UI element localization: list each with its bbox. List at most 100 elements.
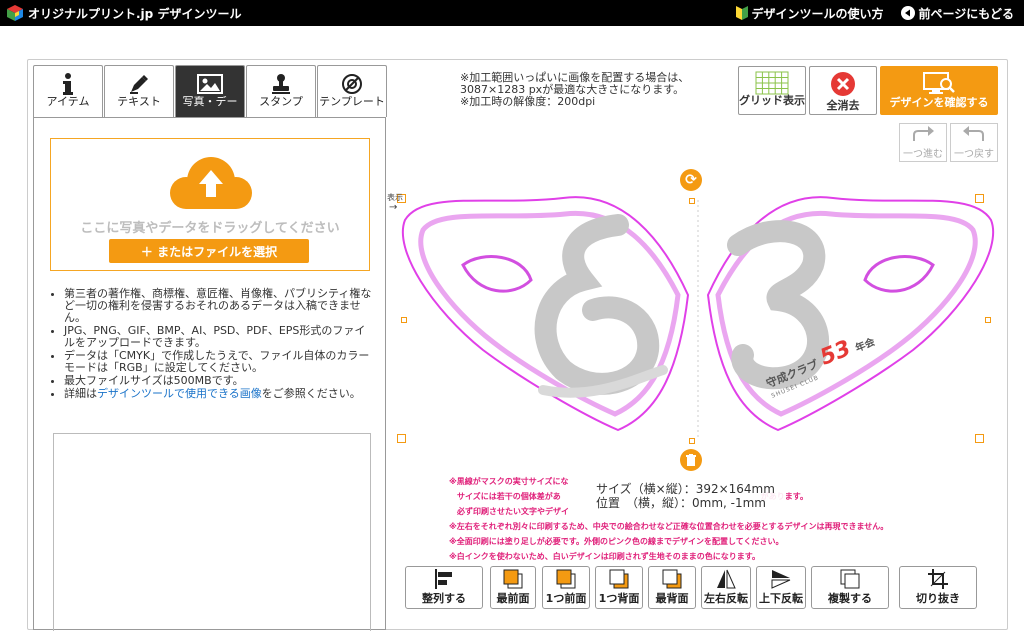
redo-button[interactable]: 一つ進む <box>899 123 947 162</box>
note-item: 第三者の著作権、商標権、意匠権、肖像権、パブリシティ権など一切の権利を侵害するお… <box>64 288 373 324</box>
position-line: 位置 （横，縦）：0mm, -1mm <box>596 496 766 510</box>
crop-button[interactable]: 切り抜き <box>899 566 977 609</box>
tab-stamp-label: スタンプ <box>259 96 303 108</box>
resize-handle-br[interactable] <box>975 434 984 443</box>
tool-tabs: アイテム テキスト 写真・デー スタンプ テンプレート <box>33 65 387 117</box>
bring-forward-button[interactable]: 1つ前面 <box>542 566 590 609</box>
clear-all-button[interactable]: 全消去 <box>809 66 877 115</box>
resize-handle-top[interactable] <box>689 198 695 204</box>
redo-label: 一つ進む <box>903 149 943 160</box>
upload-notes: 第三者の著作権、商標権、意匠権、肖像権、パブリシティ権など一切の権利を侵害するお… <box>48 288 373 401</box>
flip-vertical-label: 上下反転 <box>759 592 803 605</box>
trash-icon[interactable] <box>680 449 702 471</box>
info-line: ※加工時の解像度：200dpi <box>460 95 596 108</box>
tab-item[interactable]: アイテム <box>33 65 103 117</box>
tab-photo-data-label: 写真・デー <box>182 96 238 108</box>
uploaded-images-list[interactable] <box>53 433 371 631</box>
bring-to-front-label: 最前面 <box>496 592 530 605</box>
flip-vertical-button[interactable]: 上下反転 <box>756 566 806 609</box>
drop-zone-text: ここに写真やデータをドラッグしてください <box>80 221 340 236</box>
tab-text-label: テキスト <box>117 96 161 108</box>
close-circle-icon <box>831 72 855 96</box>
confirm-design-label: デザインを確認する <box>889 96 989 109</box>
tab-item-label: アイテム <box>46 96 90 108</box>
warning-line: ※全面印刷には塗り足しが必要です。外側のピンク色の線までデザインを配置してくださ… <box>449 537 784 546</box>
flip-horizontal-button[interactable]: 左右反転 <box>701 566 751 609</box>
back-link-label: 前ページにもどる <box>918 6 1014 21</box>
left-eye-hole <box>461 255 533 293</box>
duplicate-label: 複製する <box>828 592 872 605</box>
help-link[interactable]: デザインツールの使い方 <box>736 5 883 22</box>
upload-panel: ここに写真やデータをドラッグしてください ＋ またはファイルを選択 第三者の著作… <box>33 117 386 631</box>
send-backward-button[interactable]: 1つ背面 <box>595 566 643 609</box>
design-canvas[interactable]: 守成クラブ 53 年会 SHUSEI CLUB ⟳ 表示 → <box>387 169 1003 471</box>
warning-line: ※左右をそれぞれ別々に印刷するため、中央での絵合わせなど正確な位置合わせを必要と… <box>449 522 889 531</box>
align-label: 整列する <box>422 592 466 605</box>
send-to-back-label: 最背面 <box>655 592 689 605</box>
grid-toggle-button[interactable]: グリッド表示 <box>738 66 806 115</box>
resize-handle-bl[interactable] <box>397 434 406 443</box>
crop-label: 切り抜き <box>916 592 960 605</box>
resize-handle-left[interactable] <box>401 317 407 323</box>
size-line: サイズ（横×縦）：392×164mm <box>596 482 775 496</box>
canvas-arrow: → <box>389 202 398 213</box>
resize-handle-tr[interactable] <box>975 194 984 203</box>
confirm-design-button[interactable]: デザインを確認する <box>880 66 998 115</box>
back-link[interactable]: 前ページにもどる <box>901 5 1014 22</box>
warning-line: ※白インクを使わないため、白いデザインは印刷されず生地そのままの色になります。 <box>449 552 760 561</box>
rotate-handle-icon[interactable]: ⟳ <box>680 169 702 191</box>
mask-design-svg <box>402 196 994 440</box>
undo-icon <box>963 126 984 141</box>
beginner-mark-icon <box>736 6 749 20</box>
image-icon <box>197 72 223 96</box>
usable-images-link[interactable]: デザインツールで使用できる画像 <box>97 387 262 400</box>
bring-to-front-button[interactable]: 最前面 <box>490 566 536 609</box>
tab-text[interactable]: テキスト <box>104 65 174 117</box>
undo-button[interactable]: 一つ戻す <box>950 123 998 162</box>
resize-handle-right[interactable] <box>985 317 991 323</box>
forward-icon <box>555 567 577 590</box>
align-button[interactable]: 整列する <box>405 566 483 609</box>
flip-h-icon <box>715 567 737 590</box>
flip-v-icon <box>770 567 792 590</box>
redo-icon <box>913 126 934 141</box>
select-file-button[interactable]: ＋ またはファイルを選択 <box>109 239 309 263</box>
resize-handle-bottom[interactable] <box>689 438 695 444</box>
tab-photo-data[interactable]: 写真・デー <box>175 65 245 117</box>
stamp-icon <box>270 72 292 96</box>
note-suffix: をご参照ください。 <box>261 387 361 400</box>
send-to-back-button[interactable]: 最背面 <box>648 566 696 609</box>
cloud-upload-icon <box>161 153 261 213</box>
template-icon <box>341 72 363 96</box>
size-position-readout: サイズ（横×縦）：392×164mm 位置 （横，縦）：0mm, -1mm <box>590 478 785 516</box>
backward-icon <box>608 567 630 590</box>
align-icon <box>433 567 455 590</box>
bring-forward-label: 1つ前面 <box>545 592 587 605</box>
logo-cube-icon <box>6 4 24 22</box>
note-item: データは「CMYK」で作成したうえで、ファイル自体のカラーモードは「RGB」に設… <box>64 350 373 374</box>
note-item: JPG、PNG、GIF、BMP、AI、PSD、PDF、EPS形式のファイルをアッ… <box>64 325 373 349</box>
duplicate-button[interactable]: 複製する <box>811 566 889 609</box>
duplicate-icon <box>839 567 861 590</box>
brush-numeral-five <box>534 214 660 395</box>
grid-toggle-label: グリッド表示 <box>739 94 805 107</box>
monitor-search-icon <box>923 72 955 94</box>
flip-horizontal-label: 左右反転 <box>704 592 748 605</box>
back-icon <box>661 567 683 590</box>
note-item: 最大ファイルサイズは500MBです。 <box>64 375 373 387</box>
top-bar: オリジナルプリント.jp デザインツール デザインツールの使い方 前ページにもど… <box>0 0 1024 26</box>
help-link-label: デザインツールの使い方 <box>751 6 884 21</box>
right-eye-hole <box>863 255 935 293</box>
drop-zone[interactable]: ここに写真やデータをドラッグしてください ＋ またはファイルを選択 <box>50 138 370 271</box>
logo-text: オリジナルプリント.jp デザインツール <box>28 6 242 21</box>
pen-icon <box>128 72 150 96</box>
tab-stamp[interactable]: スタンプ <box>246 65 316 117</box>
tab-template[interactable]: テンプレート <box>317 65 387 117</box>
note-item-details: 詳細はデザインツールで使用できる画像をご参照ください。 <box>64 388 373 400</box>
undo-label: 一つ戻す <box>954 149 994 160</box>
grid-icon <box>755 71 789 95</box>
note-prefix: 詳細は <box>64 387 97 400</box>
back-circle-icon <box>901 6 916 20</box>
clear-all-label: 全消去 <box>826 99 860 112</box>
site-logo[interactable]: オリジナルプリント.jp デザインツール <box>6 4 241 22</box>
